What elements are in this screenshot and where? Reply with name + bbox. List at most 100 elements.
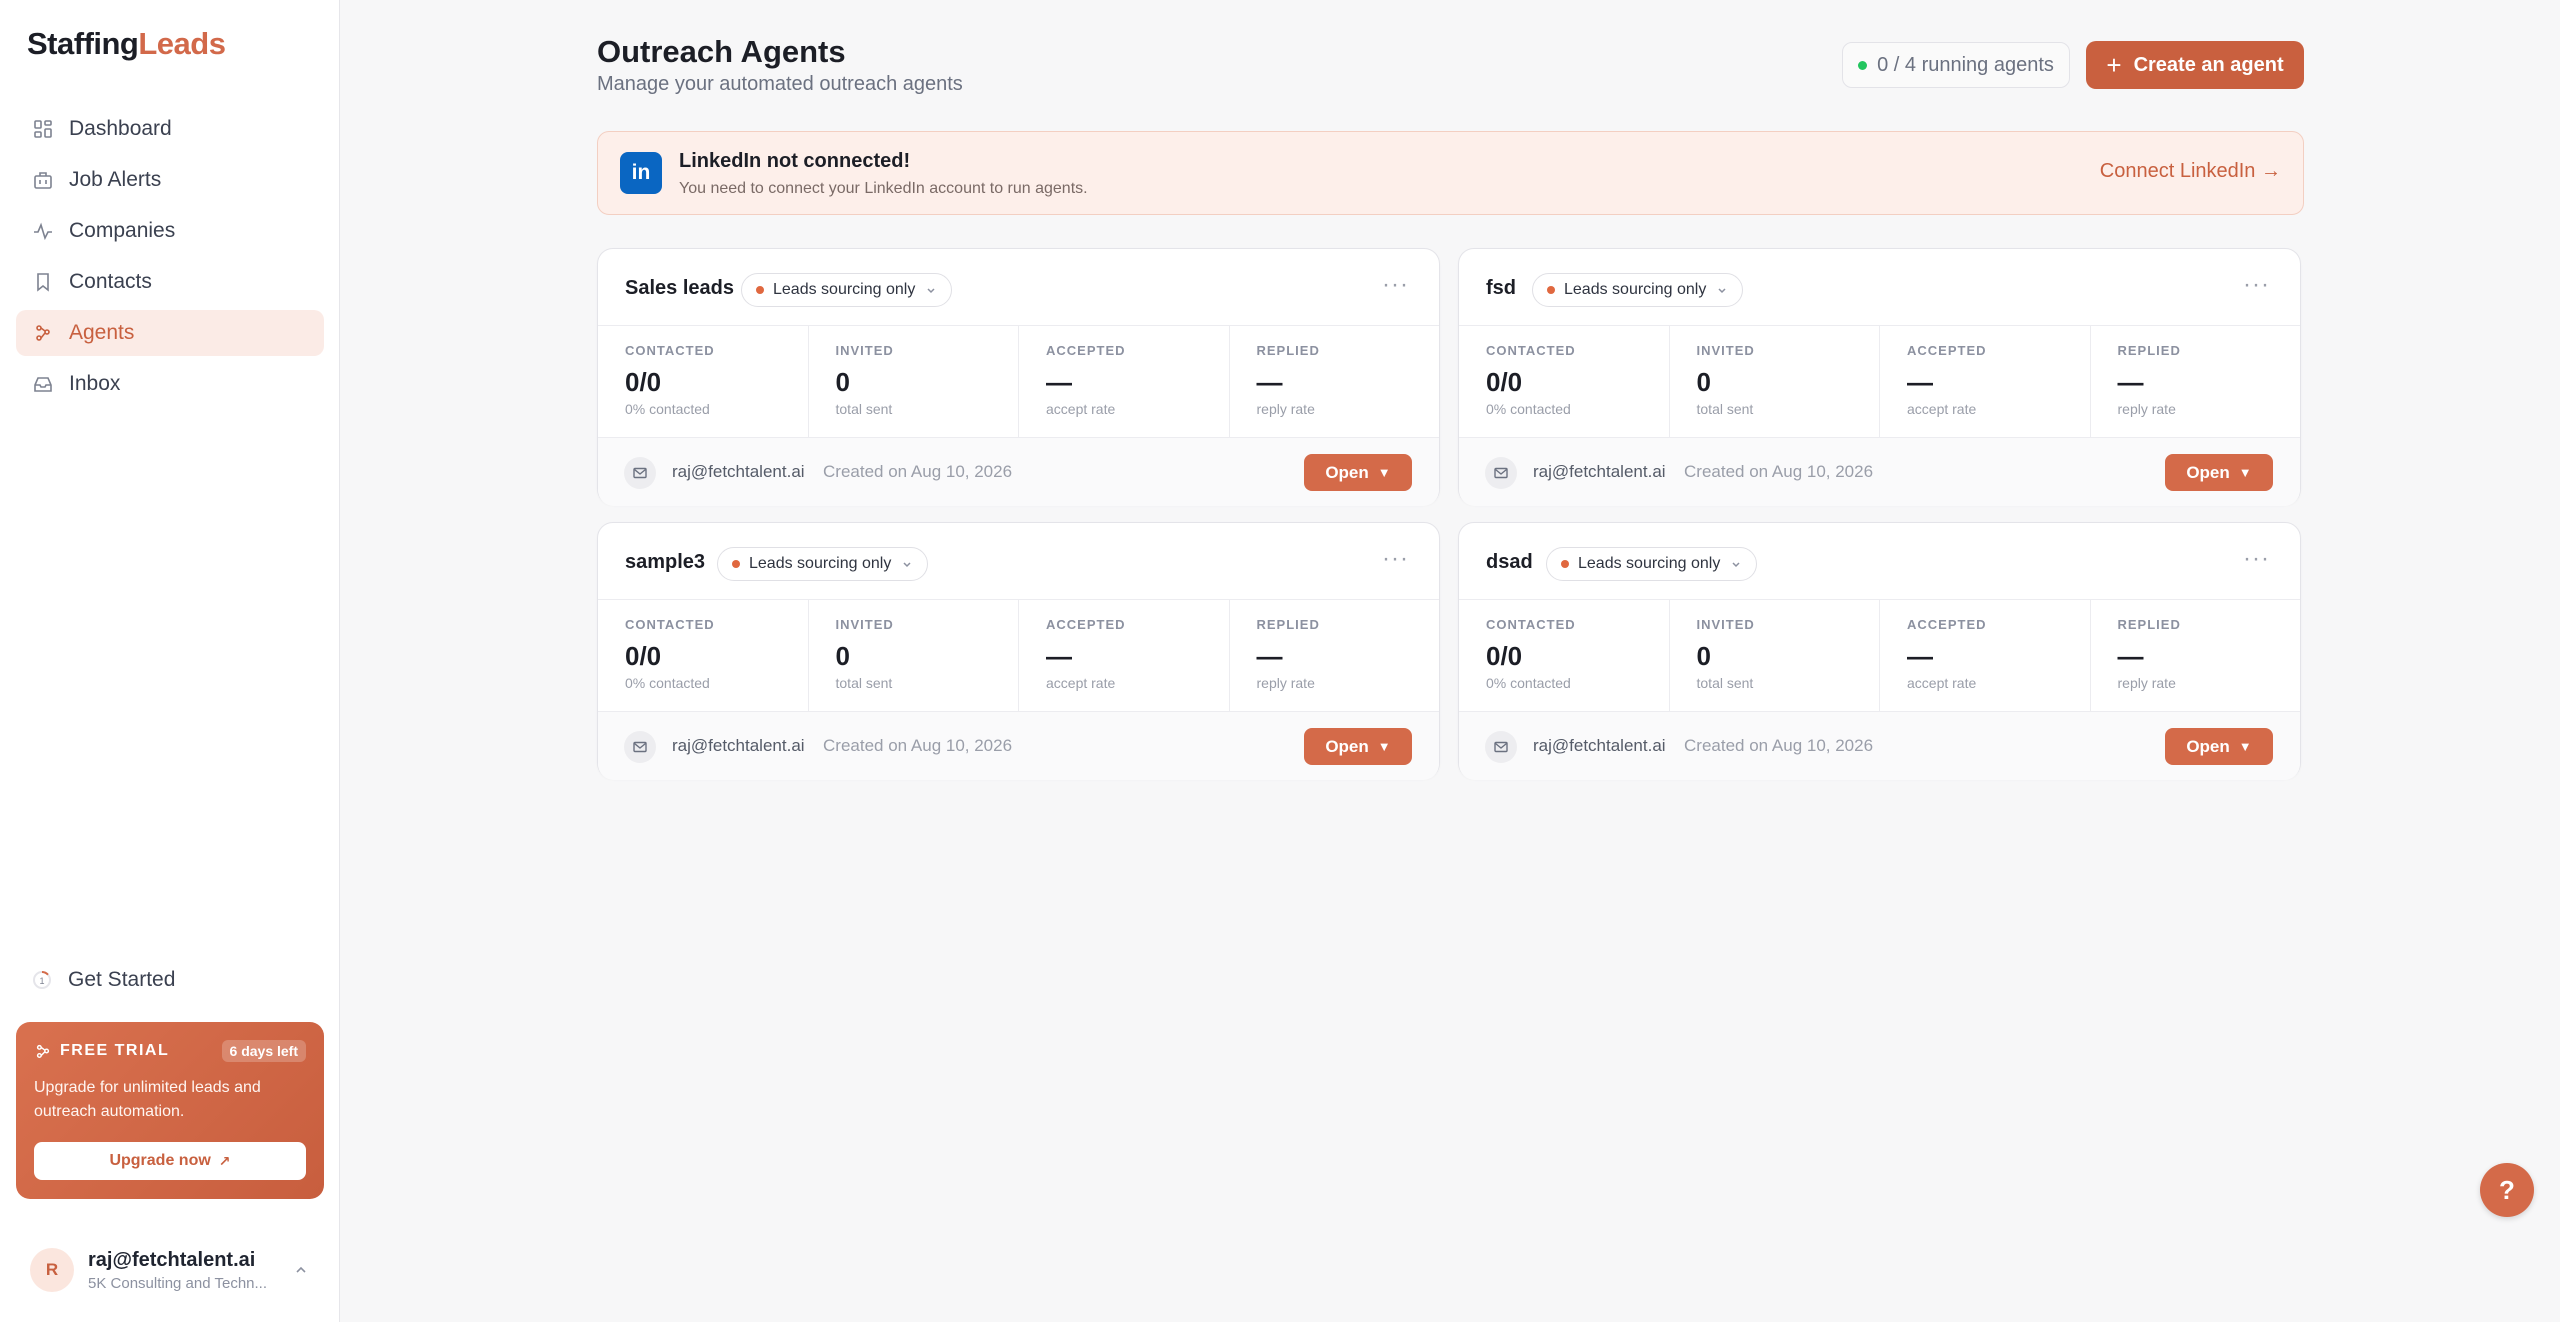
sidebar-item-label: Dashboard: [69, 117, 172, 140]
chevron-down-icon: [903, 562, 911, 568]
stat-contacted: CONTACTED 0/0 0% contacted: [1459, 600, 1670, 711]
stat-replied: REPLIED — reply rate: [2117, 343, 2181, 417]
page-subtitle: Manage your automated outreach agents: [597, 73, 963, 95]
sidebar: StaffingLeads Dashboard Job Alerts Compa…: [0, 0, 340, 1322]
mode-dot-icon: [732, 560, 740, 568]
created-date: Created on Aug 10, 2026: [1684, 736, 1874, 755]
sidebar-item-inbox[interactable]: Inbox: [16, 361, 324, 407]
linkedin-alert: in LinkedIn not connected! You need to c…: [597, 131, 2304, 215]
agent-name[interactable]: dsad: [1486, 551, 1533, 574]
mode-dropdown[interactable]: Leads sourcing only: [1546, 547, 1758, 581]
agents-icon: [32, 322, 54, 344]
plus-icon: +: [2106, 50, 2122, 80]
sidebar-item-label: Inbox: [69, 372, 121, 395]
chevron-down-icon: [927, 288, 935, 294]
sidebar-item-job-alerts[interactable]: Job Alerts: [16, 157, 324, 203]
created-date: Created on Aug 10, 2026: [823, 462, 1013, 481]
stat-accepted: ACCEPTED — accept rate: [1019, 600, 1230, 711]
mode-dropdown[interactable]: Leads sourcing only: [741, 273, 953, 307]
stat-contacted: CONTACTED 0/0 0% contacted: [598, 326, 809, 437]
open-button[interactable]: Open ▼: [1304, 454, 1412, 491]
created-date: Created on Aug 10, 2026: [1684, 462, 1874, 481]
chevron-down-icon: [1718, 288, 1726, 294]
user-email: raj@fetchtalent.ai: [88, 1248, 256, 1271]
mail-icon: [624, 731, 656, 763]
sidebar-item-label: Agents: [69, 321, 135, 344]
more-options-icon[interactable]: ···: [2243, 545, 2270, 573]
stat-accepted: ACCEPTED — accept rate: [1019, 326, 1230, 437]
dashboard-icon: [32, 118, 54, 140]
caret-down-icon: ▼: [2238, 739, 2252, 754]
more-options-icon[interactable]: ···: [2243, 271, 2270, 299]
stat-replied: REPLIED — reply rate: [2117, 617, 2181, 691]
stat-contacted: CONTACTED 0/0 0% contacted: [598, 600, 809, 711]
chevron-down-icon: [1732, 562, 1740, 568]
stat-accepted: ACCEPTED — accept rate: [1880, 326, 2091, 437]
more-options-icon[interactable]: ···: [1382, 545, 1409, 573]
free-trial-card: FREE TRIAL 6 days left Upgrade for unlim…: [16, 1022, 324, 1199]
stat-replied: REPLIED — reply rate: [1256, 343, 1320, 417]
sender-email: raj@fetchtalent.ai: [672, 462, 805, 481]
arrow-up-right-icon: ↗: [218, 1152, 231, 1169]
trial-title: FREE TRIAL: [60, 1042, 170, 1059]
mode-dot-icon: [756, 286, 764, 294]
agent-name[interactable]: sample3: [625, 551, 705, 574]
sidebar-item-companies[interactable]: Companies: [16, 208, 324, 254]
caret-down-icon: ▼: [1377, 739, 1391, 754]
avatar: R: [30, 1248, 74, 1292]
open-button[interactable]: Open ▼: [2165, 728, 2273, 765]
mode-dot-icon: [1561, 560, 1569, 568]
page-title: Outreach Agents: [597, 34, 846, 69]
upgrade-now-button[interactable]: Upgrade now ↗: [34, 1142, 306, 1180]
stat-contacted: CONTACTED 0/0 0% contacted: [1459, 326, 1670, 437]
agent-card: sample3 Leads sourcing only ··· CONTACTE…: [597, 522, 1440, 780]
sparkle-icon: [36, 1044, 50, 1059]
create-agent-button[interactable]: + Create an agent: [2086, 41, 2304, 89]
mode-dropdown[interactable]: Leads sourcing only: [717, 547, 929, 581]
running-agents-badge: 0 / 4 running agents: [1842, 42, 2070, 88]
stat-invited: INVITED 0 total sent: [809, 326, 1019, 437]
linkedin-icon: in: [620, 152, 662, 194]
more-options-icon[interactable]: ···: [1382, 271, 1409, 299]
get-started-link[interactable]: 1 Get Started: [32, 968, 175, 992]
trial-description: Upgrade for unlimited leads and outreach…: [34, 1079, 261, 1120]
inbox-icon: [32, 373, 54, 395]
status-dot-icon: [1858, 60, 1868, 70]
stat-accepted: ACCEPTED — accept rate: [1880, 600, 2091, 711]
sender-email: raj@fetchtalent.ai: [1533, 736, 1666, 755]
bookmark-icon: [32, 271, 54, 293]
agent-card: dsad Leads sourcing only ··· CONTACTED 0…: [1458, 522, 2301, 780]
alert-title: LinkedIn not connected!: [679, 150, 911, 172]
connect-linkedin-link[interactable]: Connect LinkedIn →: [2100, 160, 2281, 183]
mode-dot-icon: [1547, 286, 1555, 294]
user-organization: 5K Consulting and Techn...: [88, 1274, 268, 1292]
stat-invited: INVITED 0 total sent: [809, 600, 1019, 711]
sender-email: raj@fetchtalent.ai: [672, 736, 805, 755]
alert-subtitle: You need to connect your LinkedIn accoun…: [679, 180, 1088, 197]
open-button[interactable]: Open ▼: [1304, 728, 1412, 765]
help-button[interactable]: ?: [2480, 1163, 2534, 1217]
briefcase-icon: [32, 169, 54, 191]
open-button[interactable]: Open ▼: [2165, 454, 2273, 491]
stat-invited: INVITED 0 total sent: [1670, 600, 1880, 711]
mode-dropdown[interactable]: Leads sourcing only: [1532, 273, 1744, 307]
agent-name[interactable]: Sales leads: [625, 277, 734, 300]
svg-text:1: 1: [39, 976, 44, 986]
sidebar-item-dashboard[interactable]: Dashboard: [16, 106, 324, 152]
get-started-label: Get Started: [68, 968, 176, 991]
agent-card: fsd Leads sourcing only ··· CONTACTED 0/…: [1458, 248, 2301, 506]
brand-logo[interactable]: StaffingLeads: [27, 26, 226, 62]
chevron-up-icon: [296, 1266, 306, 1273]
caret-down-icon: ▼: [1377, 465, 1391, 480]
user-menu[interactable]: R raj@fetchtalent.ai 5K Consulting and T…: [16, 1240, 324, 1300]
sender-email: raj@fetchtalent.ai: [1533, 462, 1666, 481]
sidebar-item-label: Contacts: [69, 270, 152, 293]
sidebar-item-agents[interactable]: Agents: [16, 310, 324, 356]
sidebar-item-label: Job Alerts: [69, 168, 162, 191]
activity-icon: [32, 220, 54, 242]
mail-icon: [1485, 457, 1517, 489]
progress-ring-icon: 1: [33, 970, 51, 989]
agent-card: Sales leads Leads sourcing only ··· CONT…: [597, 248, 1440, 506]
sidebar-item-contacts[interactable]: Contacts: [16, 259, 324, 305]
agent-name[interactable]: fsd: [1486, 277, 1516, 300]
